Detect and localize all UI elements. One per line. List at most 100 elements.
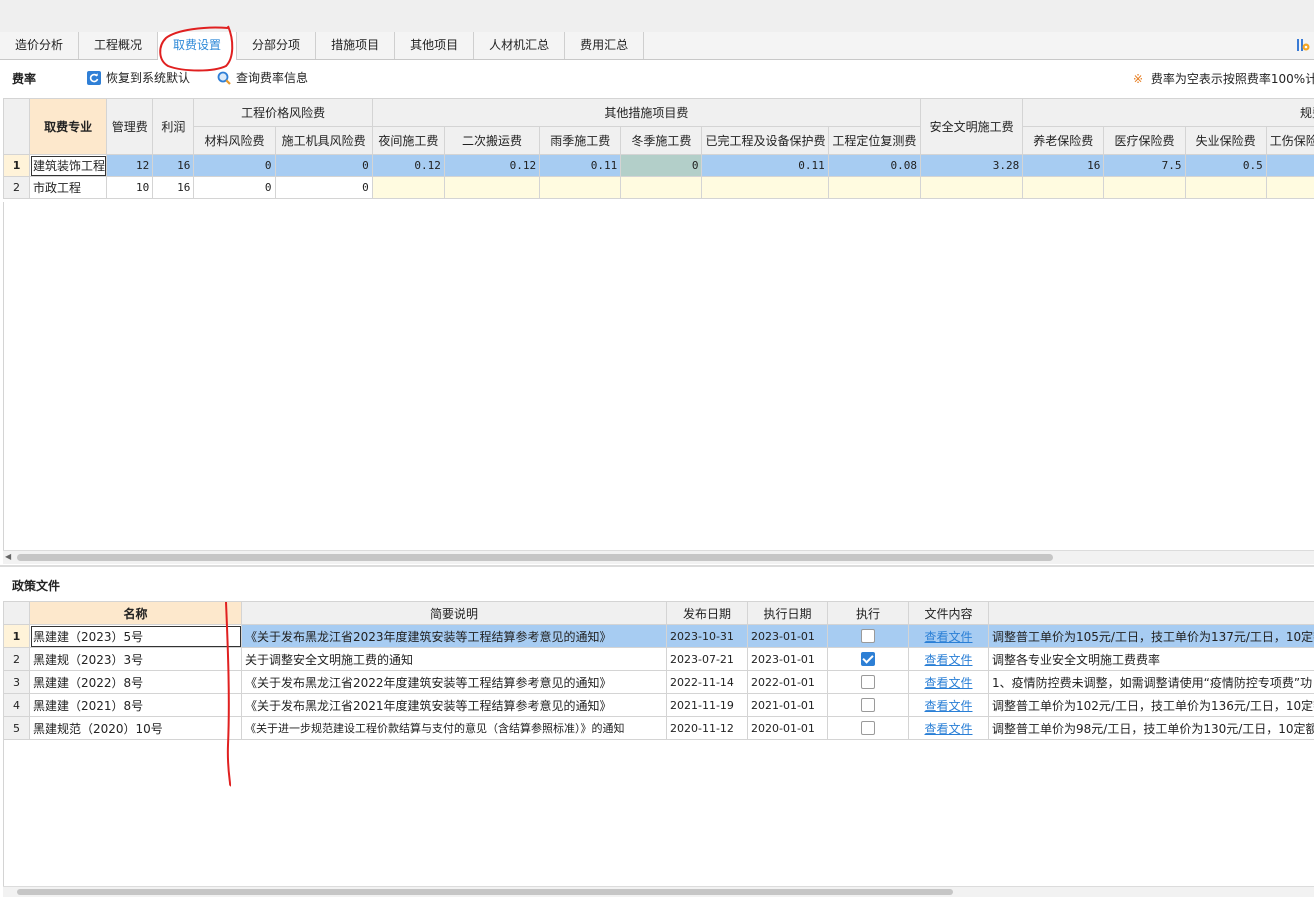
view-file-link[interactable]: 查看文件 — [909, 648, 989, 671]
unemployment-insurance-cell[interactable] — [1185, 177, 1266, 199]
header-management-fee[interactable]: 管理费 — [107, 99, 153, 155]
rain-season-cell[interactable] — [540, 177, 621, 199]
execute-checkbox[interactable] — [861, 675, 875, 689]
header-night-construction[interactable]: 夜间施工费 — [372, 127, 444, 155]
execute-checkbox[interactable] — [861, 698, 875, 712]
pension-insurance-cell[interactable] — [1023, 177, 1104, 199]
execute-cell — [828, 671, 909, 694]
header-medical-insurance[interactable]: 医疗保险费 — [1104, 127, 1185, 155]
tab-cost-summary[interactable]: 费用汇总 — [565, 32, 644, 59]
policy-name-cell[interactable]: 黑建规（2023）3号 — [30, 648, 242, 671]
winter-season-cell[interactable]: 0 — [621, 155, 702, 177]
policy-scroll-thumb[interactable] — [17, 889, 953, 895]
rate-row[interactable]: 2 市政工程 10 16 0 0 — [4, 177, 1314, 199]
policy-row[interactable]: 2 黑建规（2023）3号 关于调整安全文明施工费的通知 2023-07-21 … — [4, 648, 1314, 671]
fee-major-cell[interactable]: 市政工程 — [30, 177, 107, 199]
profit-cell[interactable]: 16 — [153, 155, 194, 177]
night-construction-cell[interactable]: 0.12 — [372, 155, 444, 177]
header-unemployment-insurance[interactable]: 失业保险费 — [1185, 127, 1266, 155]
secondary-transport-cell[interactable]: 0.12 — [444, 155, 539, 177]
policy-name-cell[interactable]: 黑建建（2023）5号 — [30, 625, 242, 648]
medical-insurance-cell[interactable]: 7.5 — [1104, 155, 1185, 177]
header-brief-description[interactable]: 简要说明 — [242, 602, 667, 625]
completed-protection-cell[interactable]: 0.11 — [702, 155, 828, 177]
machine-risk-cell[interactable]: 0 — [275, 155, 372, 177]
policy-name-cell[interactable]: 黑建建（2021）8号 — [30, 694, 242, 717]
header-pension-insurance[interactable]: 养老保险费 — [1023, 127, 1104, 155]
tab-measures[interactable]: 措施项目 — [316, 32, 395, 59]
restore-default-button[interactable]: 恢复到系统默认 — [87, 69, 190, 86]
header-other-measures-group: 其他措施项目费 — [372, 99, 920, 127]
policy-name-cell[interactable]: 黑建建（2022）8号 — [30, 671, 242, 694]
policy-row[interactable]: 4 黑建建（2021）8号 《关于发布黑龙江省2021年度建筑安装等工程结算参考… — [4, 694, 1314, 717]
execute-checkbox[interactable] — [861, 652, 875, 666]
header-execute-date[interactable]: 执行日期 — [748, 602, 828, 625]
header-profit[interactable]: 利润 — [153, 99, 194, 155]
rate-scroll-thumb[interactable] — [17, 554, 1053, 561]
fee-major-cell[interactable]: 建筑装饰工程 — [30, 155, 107, 177]
policy-name-cell[interactable]: 黑建规范（2020）10号 — [30, 717, 242, 740]
positioning-survey-cell[interactable] — [828, 177, 920, 199]
header-policy-name[interactable]: 名称 — [30, 602, 242, 625]
header-winter-season[interactable]: 冬季施工费 — [621, 127, 702, 155]
tab-other-items[interactable]: 其他项目 — [395, 32, 474, 59]
injury-insurance-cell[interactable] — [1266, 177, 1314, 199]
scroll-left-icon[interactable]: ◀ — [5, 552, 11, 561]
header-adjustment-notes[interactable] — [989, 602, 1314, 625]
header-completed-protection[interactable]: 已完工程及设备保护费 — [702, 127, 828, 155]
safety-fee-cell[interactable] — [920, 177, 1022, 199]
secondary-transport-cell[interactable] — [444, 177, 539, 199]
header-material-risk[interactable]: 材料风险费 — [194, 127, 275, 155]
view-file-link[interactable]: 查看文件 — [909, 625, 989, 648]
tab-labor-material-summary[interactable]: 人材机汇总 — [474, 32, 565, 59]
view-file-link[interactable]: 查看文件 — [909, 717, 989, 740]
view-file-link[interactable]: 查看文件 — [909, 671, 989, 694]
safety-fee-cell[interactable]: 3.28 — [920, 155, 1022, 177]
winter-season-cell[interactable] — [621, 177, 702, 199]
tab-subitems[interactable]: 分部分项 — [237, 32, 316, 59]
unemployment-insurance-cell[interactable]: 0.5 — [1185, 155, 1266, 177]
search-icon — [217, 71, 231, 85]
night-construction-cell[interactable] — [372, 177, 444, 199]
header-safety-fee[interactable]: 安全文明施工费 — [920, 99, 1022, 155]
header-regulation-group: 规费 — [1023, 99, 1314, 127]
header-secondary-transport[interactable]: 二次搬运费 — [444, 127, 539, 155]
tab-cost-analysis[interactable]: 造价分析 — [0, 32, 79, 59]
rate-note: ※ 费率为空表示按照费率100%计 — [1133, 70, 1314, 87]
rain-season-cell[interactable]: 0.11 — [540, 155, 621, 177]
pension-insurance-cell[interactable]: 16 — [1023, 155, 1104, 177]
header-publish-date[interactable]: 发布日期 — [667, 602, 748, 625]
injury-insurance-cell[interactable] — [1266, 155, 1314, 177]
completed-protection-cell[interactable] — [702, 177, 828, 199]
query-rate-button[interactable]: 查询费率信息 — [217, 69, 308, 86]
settings-panel-icon[interactable] — [1296, 37, 1310, 53]
view-file-link[interactable]: 查看文件 — [909, 694, 989, 717]
policy-row[interactable]: 3 黑建建（2022）8号 《关于发布黑龙江省2022年度建筑安装等工程结算参考… — [4, 671, 1314, 694]
header-machine-risk[interactable]: 施工机具风险费 — [275, 127, 372, 155]
execute-checkbox[interactable] — [861, 629, 875, 643]
execute-cell — [828, 648, 909, 671]
material-risk-cell[interactable]: 0 — [194, 155, 275, 177]
policy-row[interactable]: 1 黑建建（2023）5号 《关于发布黑龙江省2023年度建筑安装等工程结算参考… — [4, 625, 1314, 648]
policy-row[interactable]: 5 黑建规范（2020）10号 《关于进一步规范建设工程价款结算与支付的意见（含… — [4, 717, 1314, 740]
machine-risk-cell[interactable]: 0 — [275, 177, 372, 199]
tab-fee-settings[interactable]: 取费设置 — [158, 32, 237, 60]
material-risk-cell[interactable]: 0 — [194, 177, 275, 199]
rate-row[interactable]: 1 建筑装饰工程 12 16 0 0 0.12 0.12 0.11 0 0.11… — [4, 155, 1314, 177]
header-file-content[interactable]: 文件内容 — [909, 602, 989, 625]
management-fee-cell[interactable]: 10 — [107, 177, 153, 199]
positioning-survey-cell[interactable]: 0.08 — [828, 155, 920, 177]
header-positioning-survey[interactable]: 工程定位复测费 — [828, 127, 920, 155]
medical-insurance-cell[interactable] — [1104, 177, 1185, 199]
execute-checkbox[interactable] — [861, 721, 875, 735]
header-fee-major[interactable]: 取费专业 — [30, 99, 107, 155]
panel-splitter[interactable] — [0, 565, 1314, 567]
header-injury-insurance[interactable]: 工伤保险费 — [1266, 127, 1314, 155]
rate-table-scrollbar[interactable]: ◀ — [3, 550, 1314, 564]
management-fee-cell[interactable]: 12 — [107, 155, 153, 177]
header-rain-season[interactable]: 雨季施工费 — [540, 127, 621, 155]
tab-project-overview[interactable]: 工程概况 — [79, 32, 158, 59]
policy-table-scrollbar[interactable] — [3, 886, 1314, 897]
profit-cell[interactable]: 16 — [153, 177, 194, 199]
header-execute[interactable]: 执行 — [828, 602, 909, 625]
